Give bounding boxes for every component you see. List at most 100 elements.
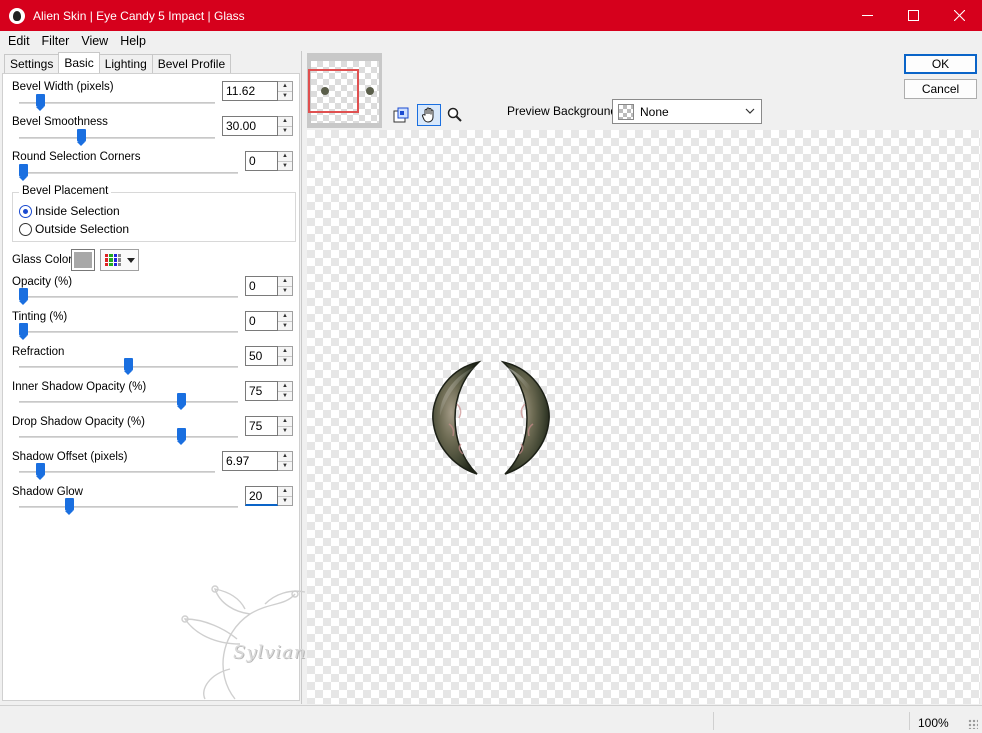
glass-color-swatch[interactable] <box>71 249 95 271</box>
bevel-width-track[interactable] <box>19 102 215 104</box>
inside-selection-radio[interactable]: Inside Selection <box>19 204 120 218</box>
cancel-button[interactable]: Cancel <box>904 79 977 99</box>
spin-up-icon[interactable]: ▲ <box>278 117 292 126</box>
round-corners-track[interactable] <box>19 172 238 174</box>
round-corners-input[interactable]: 0 <box>245 151 278 171</box>
status-separator <box>713 712 714 730</box>
color-palette-button[interactable] <box>100 249 139 271</box>
shadow-glow-slider-thumb[interactable] <box>65 498 75 515</box>
spin-down-icon[interactable]: ▼ <box>278 460 292 471</box>
spin-down-icon[interactable]: ▼ <box>278 160 292 171</box>
chevron-down-icon <box>745 108 755 114</box>
bevel-width-spinner: 11.62 ▲ ▼ <box>222 81 293 101</box>
drop-shadow-opacity-track[interactable] <box>19 436 238 438</box>
menu-help[interactable]: Help <box>114 34 152 48</box>
tab-basic[interactable]: Basic <box>58 52 100 73</box>
minimize-button[interactable] <box>844 0 890 31</box>
inner-shadow-opacity-input[interactable]: 75 <box>245 381 278 401</box>
preview-canvas[interactable] <box>307 130 980 704</box>
spin-up-icon[interactable]: ▲ <box>278 487 292 496</box>
opacity-input[interactable]: 0 <box>245 276 278 296</box>
spin-down-icon[interactable]: ▼ <box>278 90 292 101</box>
left-crescent <box>432 360 482 475</box>
navigator-thumbnail[interactable] <box>307 53 382 128</box>
spin-up-icon[interactable]: ▲ <box>278 152 292 161</box>
refraction-slider-thumb[interactable] <box>124 358 133 375</box>
spin-up-icon[interactable]: ▲ <box>278 382 292 391</box>
opacity-slider-thumb[interactable] <box>19 288 28 305</box>
radio-unchecked-icon <box>19 222 32 236</box>
opacity-track[interactable] <box>19 296 238 298</box>
shadow-glow-input[interactable]: 20 <box>245 486 278 506</box>
resize-grip-icon[interactable] <box>968 719 978 729</box>
spin-up-icon[interactable]: ▲ <box>278 277 292 286</box>
transparent-checker-icon <box>618 103 634 120</box>
menu-view[interactable]: View <box>75 34 114 48</box>
menu-edit[interactable]: Edit <box>2 34 36 48</box>
inner-shadow-opacity-spinner: 75 ▲ ▼ <box>245 381 293 401</box>
menu-bar: Edit Filter View Help <box>0 31 982 51</box>
drop-shadow-opacity-spinner: 75 ▲ ▼ <box>245 416 293 436</box>
zoom-tool[interactable] <box>443 104 467 126</box>
bevel-width-slider-thumb[interactable] <box>35 94 45 111</box>
spin-down-icon[interactable]: ▼ <box>278 495 292 506</box>
inner-shadow-opacity-slider-thumb[interactable] <box>176 393 186 410</box>
maximize-button[interactable] <box>890 0 936 31</box>
spin-up-icon[interactable]: ▲ <box>278 312 292 321</box>
ok-button[interactable]: OK <box>904 54 977 74</box>
preview-background-select[interactable]: None <box>612 99 762 124</box>
spin-up-icon[interactable]: ▲ <box>278 347 292 356</box>
outside-selection-label: Outside Selection <box>35 222 130 236</box>
bevel-smoothness-spinner: 30.00 ▲ ▼ <box>222 116 293 136</box>
tinting-slider-thumb[interactable] <box>19 323 28 340</box>
shadow-offset-slider-thumb[interactable] <box>35 463 45 480</box>
window-title: Alien Skin | Eye Candy 5 Impact | Glass <box>33 8 245 23</box>
bevel-placement-label: Bevel Placement <box>19 185 112 197</box>
navigator-tool[interactable] <box>389 104 413 126</box>
navigator-viewport-rect[interactable] <box>308 69 359 113</box>
tinting-spinner: 0 ▲ ▼ <box>245 311 293 331</box>
refraction-input[interactable]: 50 <box>245 346 278 366</box>
drop-shadow-opacity-slider-thumb[interactable] <box>176 428 186 445</box>
bevel-width-input[interactable]: 11.62 <box>222 81 278 101</box>
title-bar: Alien Skin | Eye Candy 5 Impact | Glass <box>0 0 982 31</box>
spin-down-icon[interactable]: ▼ <box>278 425 292 436</box>
spin-down-icon[interactable]: ▼ <box>278 125 292 136</box>
shadow-offset-input[interactable]: 6.97 <box>222 451 278 471</box>
refraction-spinner: 50 ▲ ▼ <box>245 346 293 366</box>
inner-shadow-opacity-track[interactable] <box>19 401 238 403</box>
zoom-level: 100% <box>918 716 949 730</box>
outside-selection-radio[interactable]: Outside Selection <box>19 222 129 236</box>
right-crescent <box>500 360 550 475</box>
tinting-track[interactable] <box>19 331 238 333</box>
shadow-offset-track[interactable] <box>19 471 215 473</box>
tab-lighting[interactable]: Lighting <box>98 54 153 73</box>
spin-up-icon[interactable]: ▲ <box>278 417 292 426</box>
spin-down-icon[interactable]: ▼ <box>278 390 292 401</box>
bevel-smoothness-slider-thumb[interactable] <box>76 129 86 146</box>
bevel-smoothness-input[interactable]: 30.00 <box>222 116 278 136</box>
menu-filter[interactable]: Filter <box>36 34 76 48</box>
tab-bevel-profile[interactable]: Bevel Profile <box>151 54 232 73</box>
drop-shadow-opacity-input[interactable]: 75 <box>245 416 278 436</box>
hand-tool[interactable] <box>417 104 441 126</box>
round-corners-spinner: 0 ▲ ▼ <box>245 151 293 171</box>
bevel-smoothness-track[interactable] <box>19 137 215 139</box>
spin-up-icon[interactable]: ▲ <box>278 452 292 461</box>
spin-up-icon[interactable]: ▲ <box>278 82 292 91</box>
round-corners-slider-thumb[interactable] <box>19 164 28 181</box>
shadow-glow-spinner: 20 ▲ ▼ <box>245 486 293 506</box>
shadow-offset-label: Shadow Offset (pixels) <box>12 451 128 463</box>
watermark-signature: Sylviane <box>233 642 319 663</box>
close-button[interactable] <box>936 0 982 31</box>
spin-down-icon[interactable]: ▼ <box>278 320 292 331</box>
maximize-icon <box>907 10 919 21</box>
inner-shadow-opacity-label: Inner Shadow Opacity (%) <box>12 381 147 393</box>
drop-shadow-opacity-label: Drop Shadow Opacity (%) <box>12 416 145 428</box>
spin-down-icon[interactable]: ▼ <box>278 285 292 296</box>
spin-down-icon[interactable]: ▼ <box>278 355 292 366</box>
shadow-glow-track[interactable] <box>19 506 238 508</box>
tinting-input[interactable]: 0 <box>245 311 278 331</box>
tab-settings[interactable]: Settings <box>4 54 60 73</box>
shadow-offset-spinner: 6.97 ▲ ▼ <box>222 451 293 471</box>
